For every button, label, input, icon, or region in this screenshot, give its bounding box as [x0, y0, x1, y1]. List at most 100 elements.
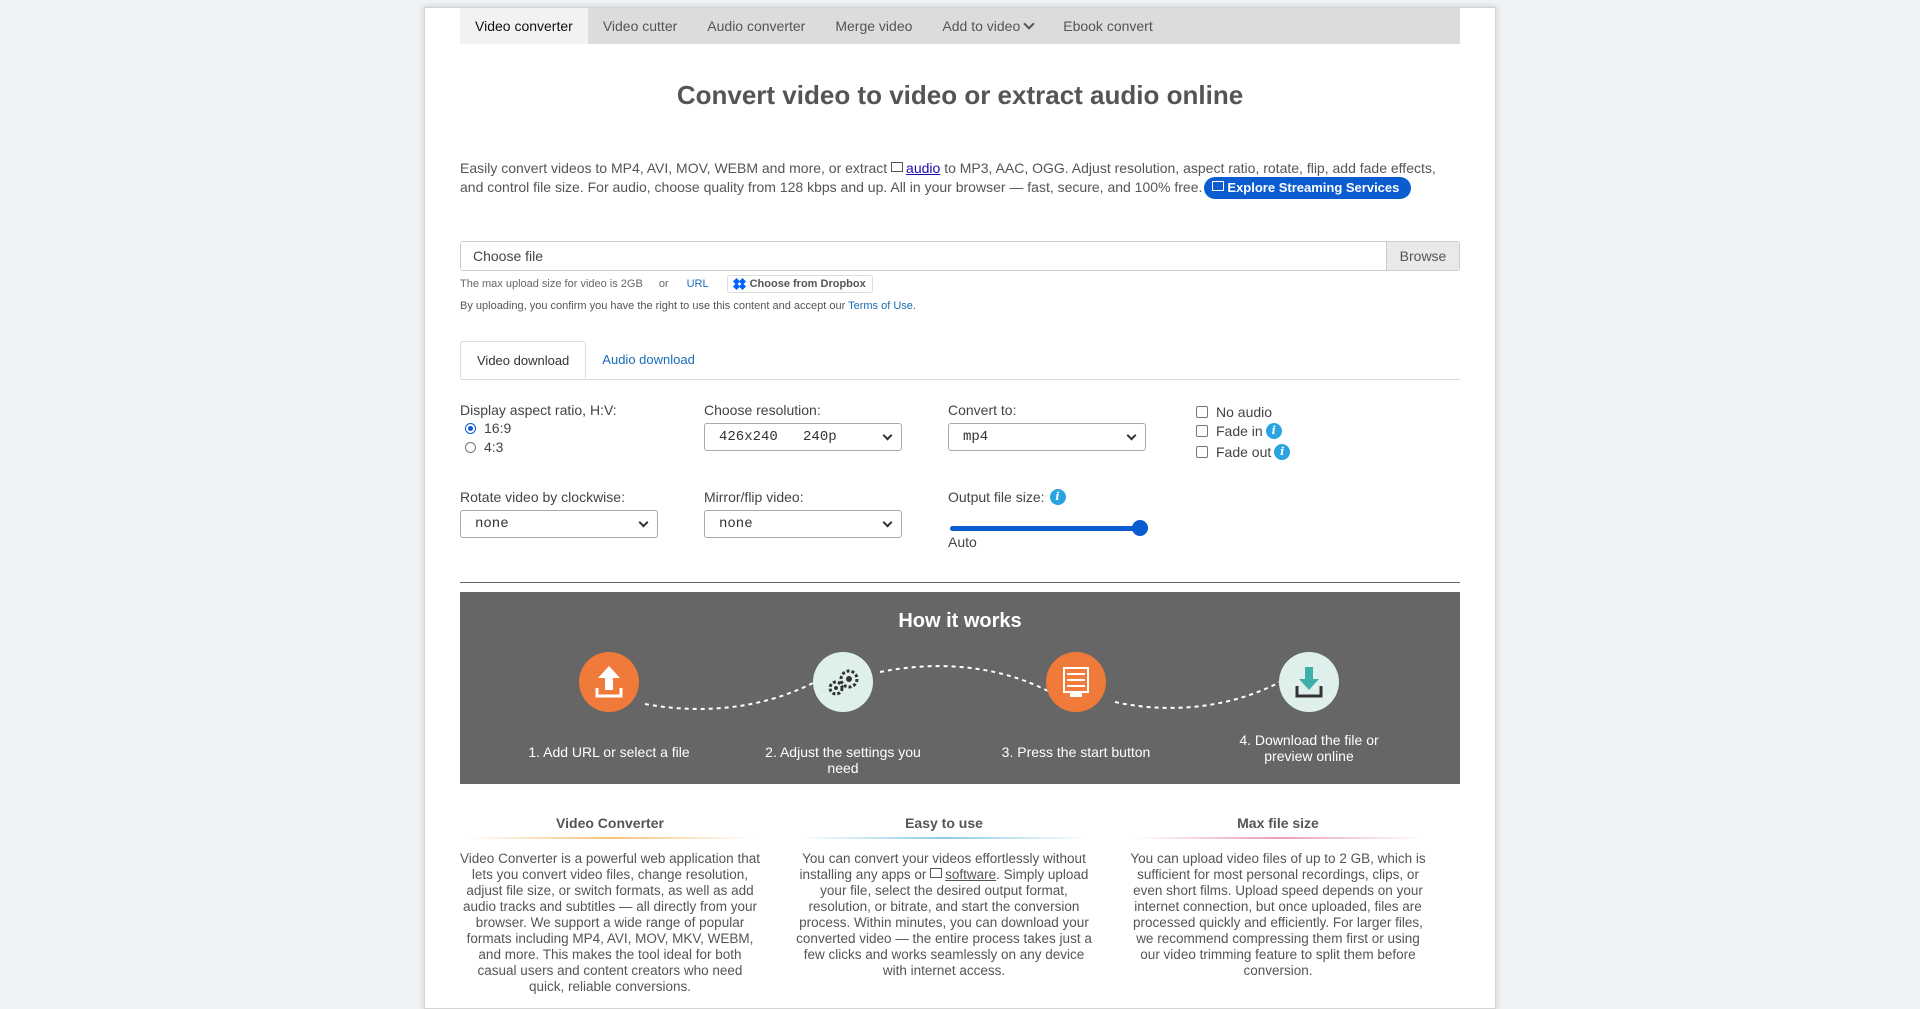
feature-divider	[1133, 837, 1423, 839]
nav-add-to-video-label: Add to video	[942, 18, 1021, 34]
nav-merge-video[interactable]: Merge video	[820, 8, 927, 44]
aspect-4-3-label: 4:3	[484, 439, 504, 455]
max-size-text: The max upload size for video is 2GB	[460, 278, 643, 290]
ad-icon	[930, 868, 943, 878]
step-3-label: 3. Press the start button	[1001, 744, 1151, 760]
download-tabs: Video download Audio download	[460, 341, 1460, 380]
radio-checked-icon	[465, 422, 476, 434]
gears-icon	[813, 652, 873, 712]
checkbox-icon	[1196, 425, 1208, 437]
feature-text-part2: . Simply upload your file, select the de…	[796, 867, 1092, 978]
nav-video-cutter[interactable]: Video cutter	[588, 8, 692, 44]
how-it-works-title: How it works	[898, 610, 1022, 632]
resolution-value: 426x240 240p	[719, 429, 837, 445]
feature-text: You can upload video files of up to 2 GB…	[1130, 851, 1426, 978]
tab-audio-download[interactable]: Audio download	[586, 341, 711, 379]
terms-end: .	[912, 300, 916, 312]
feature-text: Video Converter is a powerful web applic…	[460, 851, 760, 994]
explore-streaming-label: Explore Streaming Services	[1227, 180, 1400, 195]
upload-meta: The max upload size for video is 2GB or …	[460, 275, 1460, 293]
feature-divider	[465, 837, 755, 839]
checkbox-icon	[1196, 406, 1208, 418]
or-text: or	[658, 278, 669, 290]
output-size-slider[interactable]	[950, 520, 1148, 536]
convert-to-label: Convert to:	[948, 402, 1017, 418]
nav-audio-converter[interactable]: Audio converter	[692, 8, 820, 44]
info-icon[interactable]: i	[1274, 444, 1291, 460]
dropbox-label: Choose from Dropbox	[749, 278, 866, 290]
software-link[interactable]: software	[945, 867, 996, 882]
slider-thumb[interactable]	[1132, 520, 1148, 536]
convert-to-select[interactable]: mp4	[948, 423, 1146, 451]
browse-button[interactable]: Browse	[1386, 242, 1459, 270]
feature-title: Video Converter	[556, 815, 664, 831]
feature-title: Easy to use	[905, 815, 983, 831]
aspect-16-9-radio[interactable]: 16:9	[465, 420, 511, 436]
feature-title: Max file size	[1237, 815, 1319, 831]
step-3: 3. Press the start button	[986, 652, 1166, 760]
info-icon[interactable]: i	[1265, 423, 1282, 439]
step-4-label: 4. Download the file or preview online	[1239, 732, 1379, 764]
slider-track	[950, 526, 1148, 531]
no-audio-checkbox[interactable]: No audio	[1196, 404, 1272, 420]
feature-video-converter: Video Converter Video Converter is a pow…	[460, 815, 760, 995]
feature-text: You can convert your videos effortlessly…	[794, 851, 1094, 979]
convert-to-value: mp4	[963, 429, 989, 445]
fade-in-label: Fade in	[1216, 423, 1263, 439]
step-2: 2. Adjust the settings you need	[753, 652, 933, 776]
dropbox-icon	[732, 277, 746, 290]
mirror-label: Mirror/flip video:	[704, 489, 804, 505]
step-2-label: 2. Adjust the settings you need	[765, 744, 921, 776]
page-title: Convert video to video or extract audio …	[676, 80, 1244, 110]
step-1: 1. Add URL or select a file	[519, 652, 699, 760]
url-link[interactable]: URL	[687, 278, 709, 290]
page-container: Video converter Video cutter Audio conve…	[424, 7, 1496, 1009]
terms-prefix: By uploading, you confirm you have the r…	[460, 300, 849, 312]
feature-easy-to-use: Easy to use You can convert your videos …	[794, 815, 1094, 979]
feature-divider	[799, 837, 1089, 839]
download-icon	[1279, 652, 1339, 712]
intro-text-part1: Easily convert videos to MP4, AVI, MOV, …	[460, 160, 892, 176]
aspect-4-3-radio[interactable]: 4:3	[465, 439, 503, 455]
divider	[460, 582, 1460, 583]
rotate-label: Rotate video by clockwise:	[460, 489, 625, 505]
how-it-works-panel: How it works 1. Add URL or select a file…	[460, 592, 1460, 784]
step-4: 4. Download the file or preview online	[1219, 652, 1399, 764]
explore-streaming-button[interactable]: Explore Streaming Services	[1204, 177, 1412, 199]
chevron-down-icon	[882, 430, 893, 441]
nav-add-to-video[interactable]: Add to video	[927, 8, 1048, 44]
chevron-down-icon	[638, 517, 649, 528]
info-icon[interactable]: i	[1049, 489, 1066, 505]
aspect-16-9-label: 16:9	[484, 420, 512, 436]
resolution-select[interactable]: 426x240 240p	[704, 423, 902, 451]
dropbox-button[interactable]: Choose from Dropbox	[726, 275, 873, 293]
intro-text: Easily convert videos to MP4, AVI, MOV, …	[460, 160, 1460, 199]
ad-icon	[1212, 181, 1225, 191]
audio-link[interactable]: audio	[906, 160, 940, 176]
output-size-label: Output file size: i	[948, 489, 1066, 505]
resolution-label: Choose resolution:	[704, 402, 821, 418]
rotate-select[interactable]: none	[460, 510, 658, 538]
fade-in-checkbox[interactable]: Fade in i	[1196, 423, 1282, 439]
ad-icon	[891, 162, 904, 172]
terms-link[interactable]: Terms of Use	[848, 300, 913, 312]
fade-out-checkbox[interactable]: Fade out i	[1196, 444, 1291, 460]
upload-icon	[579, 652, 639, 712]
rotate-value: none	[475, 516, 509, 532]
nav-video-converter[interactable]: Video converter	[460, 8, 588, 44]
step-1-label: 1. Add URL or select a file	[528, 744, 690, 760]
chevron-down-icon	[1126, 430, 1137, 441]
output-size-label-text: Output file size:	[948, 489, 1045, 505]
feature-max-file-size: Max file size You can upload video files…	[1128, 815, 1428, 979]
tab-video-download[interactable]: Video download	[460, 341, 587, 379]
nav-ebook-convert[interactable]: Ebook convert	[1048, 8, 1168, 44]
fade-out-label: Fade out	[1216, 444, 1272, 460]
radio-unchecked-icon	[465, 441, 476, 453]
terms-text: By uploading, you confirm you have the r…	[460, 300, 1460, 312]
file-input[interactable]	[461, 242, 1386, 270]
aspect-ratio-label: Display aspect ratio, H:V:	[460, 402, 617, 418]
mirror-select[interactable]: none	[704, 510, 902, 538]
chevron-down-icon	[1023, 18, 1035, 30]
output-size-value: Auto	[948, 534, 977, 550]
no-audio-label: No audio	[1216, 404, 1273, 420]
